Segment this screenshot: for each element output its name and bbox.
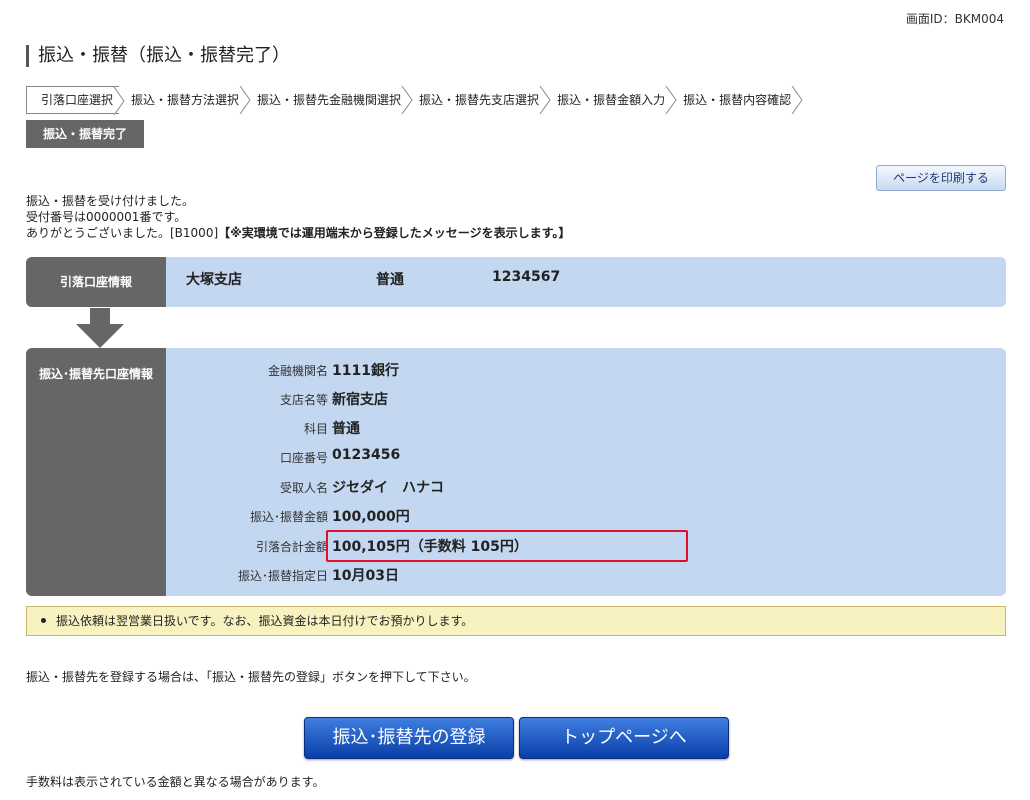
page-title: 振込・振替（振込・振替完了） (26, 45, 290, 67)
detail-row-recipient: 受取人名 ジセダイ ハナコ (166, 473, 1006, 502)
detail-key: 受取人名 (279, 481, 328, 495)
debit-account-panel: 引落口座情報 大塚支店 普通 1234567 (26, 257, 1006, 307)
message-line-2: 受付番号は0000001番です。 (26, 210, 187, 224)
step-label: 振込・振替内容確認 (683, 93, 792, 107)
detail-row-amount: 振込･振替金額 100,000円 (166, 502, 1006, 531)
step-label: 振込・振替先金融機関選択 (257, 93, 402, 107)
register-payee-button[interactable]: 振込･振替先の登録 (304, 717, 514, 759)
destination-account-label: 振込･振替先口座情報 (26, 348, 166, 596)
step-label: 振込・振替先支店選択 (419, 93, 540, 107)
step-1: 引落口座選択 (26, 86, 125, 115)
bullet-icon (41, 618, 46, 623)
detail-value: 普通 (332, 421, 360, 437)
detail-value: 10月03日 (332, 568, 399, 584)
message-line-3-text: ありがとうございました。[B1000] (26, 226, 219, 240)
detail-row-date: 振込･振替指定日 10月03日 (166, 561, 1006, 590)
completion-message: 振込・振替を受け付けました。 受付番号は0000001番です。 ありがとうござい… (26, 193, 570, 241)
detail-value: 0123456 (332, 447, 401, 463)
debit-branch: 大塚支店 (186, 272, 242, 288)
detail-key: 口座番号 (279, 451, 328, 465)
debit-account-number: 1234567 (492, 269, 561, 285)
register-guide-text: 振込・振替先を登録する場合は、「振込・振替先の登録」ボタンを押下して下さい。 (26, 670, 476, 684)
step-current: 振込・振替完了 (26, 120, 144, 148)
step-6: 振込・振替内容確認 (671, 86, 803, 114)
detail-key: 金融機関名 (267, 364, 328, 378)
detail-key: 引落合計金額 (255, 540, 328, 554)
detail-row-account-number: 口座番号 0123456 (166, 443, 1006, 472)
notice-text: 振込依頼は翌営業日扱いです。なお、振込資金は本日付けでお預かりします。 (56, 614, 474, 628)
detail-row-type: 科目 普通 (166, 414, 1006, 443)
notice-box: 振込依頼は翌営業日扱いです。なお、振込資金は本日付けでお預かりします。 (26, 606, 1006, 636)
detail-value: 100,000円 (332, 509, 410, 525)
total-amount-highlight (326, 530, 688, 562)
detail-key: 振込･振替金額 (249, 510, 328, 524)
detail-row-branch: 支店名等 新宿支店 (166, 385, 1006, 414)
detail-value: 新宿支店 (332, 392, 388, 408)
detail-row-bank: 金融機関名 1111銀行 (166, 356, 1006, 385)
detail-value: 1111銀行 (332, 363, 399, 379)
detail-value: ジセダイ ハナコ (332, 480, 444, 496)
debit-account-type: 普通 (376, 272, 404, 288)
step-4: 振込・振替先支店選択 (407, 86, 551, 114)
message-line-3: ありがとうございました。[B1000]【※実環境では運用端末から登録したメッセー… (26, 225, 570, 241)
detail-key: 振込･振替指定日 (237, 569, 328, 583)
step-2: 振込・振替方法選択 (119, 86, 251, 114)
detail-key: 科目 (303, 422, 328, 436)
detail-key: 支店名等 (279, 393, 328, 407)
step-navigation: 引落口座選択 振込・振替方法選択 振込・振替先金融機関選択 振込・振替先支店選択… (26, 86, 803, 115)
step-label: 振込・振替金額入力 (557, 93, 666, 107)
message-line-1: 振込・振替を受け付けました。 (26, 194, 195, 208)
top-page-button[interactable]: トップページへ (519, 717, 729, 759)
debit-account-label: 引落口座情報 (26, 257, 166, 307)
print-page-button[interactable]: ページを印刷する (876, 165, 1006, 191)
screen-id: 画面ID：BKM004 (905, 12, 1004, 26)
step-label: 引落口座選択 (41, 93, 114, 107)
down-arrow-icon (76, 308, 124, 348)
step-5: 振込・振替金額入力 (545, 86, 677, 114)
step-3: 振込・振替先金融機関選択 (245, 86, 413, 114)
message-line-3-note: 【※実環境では運用端末から登録したメッセージを表示します。】 (218, 226, 571, 240)
chevron-right-icon (791, 86, 803, 114)
step-label: 振込・振替方法選択 (131, 93, 240, 107)
fee-note: 手数料は表示されている金額と異なる場合があります。 (26, 775, 325, 789)
